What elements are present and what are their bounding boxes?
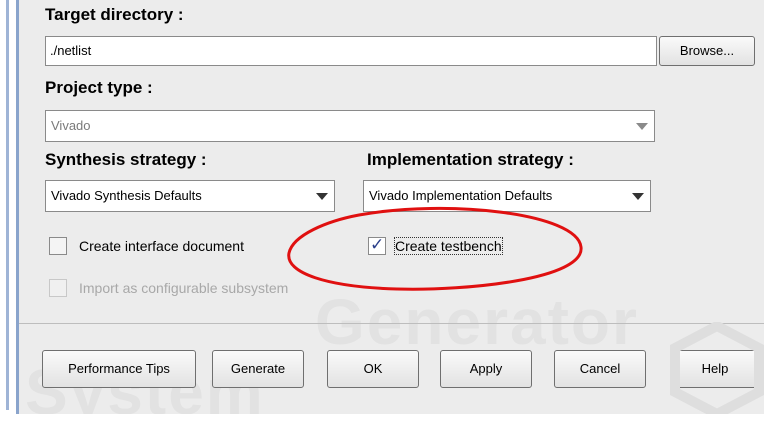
hexagon-logo	[670, 322, 764, 414]
browse-button[interactable]: Browse...	[659, 36, 755, 66]
chevron-down-icon[interactable]	[628, 111, 654, 141]
synthesis-strategy-label: Synthesis strategy :	[45, 150, 207, 169]
red-annotation-ellipse	[287, 206, 583, 291]
performance-tips-button[interactable]: Performance Tips	[42, 350, 196, 388]
synthesis-strategy-value: Vivado Synthesis Defaults	[51, 188, 202, 203]
import-configurable-label: Import as configurable subsystem	[79, 280, 289, 296]
cancel-button[interactable]: Cancel	[554, 350, 646, 388]
create-interface-document-checkbox[interactable]	[49, 237, 67, 255]
import-configurable-checkbox	[49, 279, 67, 297]
ok-button[interactable]: OK	[327, 350, 419, 388]
watermark-generator: Generator	[315, 286, 639, 358]
button-bar-divider	[19, 323, 764, 324]
project-type-label: Project type :	[45, 78, 153, 97]
project-type-select[interactable]: Vivado	[45, 110, 655, 142]
create-interface-document-label[interactable]: Create interface document	[79, 238, 244, 254]
chevron-down-icon[interactable]	[624, 181, 650, 211]
generate-button[interactable]: Generate	[212, 350, 304, 388]
apply-button[interactable]: Apply	[440, 350, 532, 388]
target-directory-field[interactable]: ./netlist	[45, 36, 657, 66]
target-directory-label: Target directory :	[45, 5, 184, 24]
project-type-value: Vivado	[51, 118, 91, 133]
implementation-strategy-label: Implementation strategy :	[367, 150, 574, 169]
